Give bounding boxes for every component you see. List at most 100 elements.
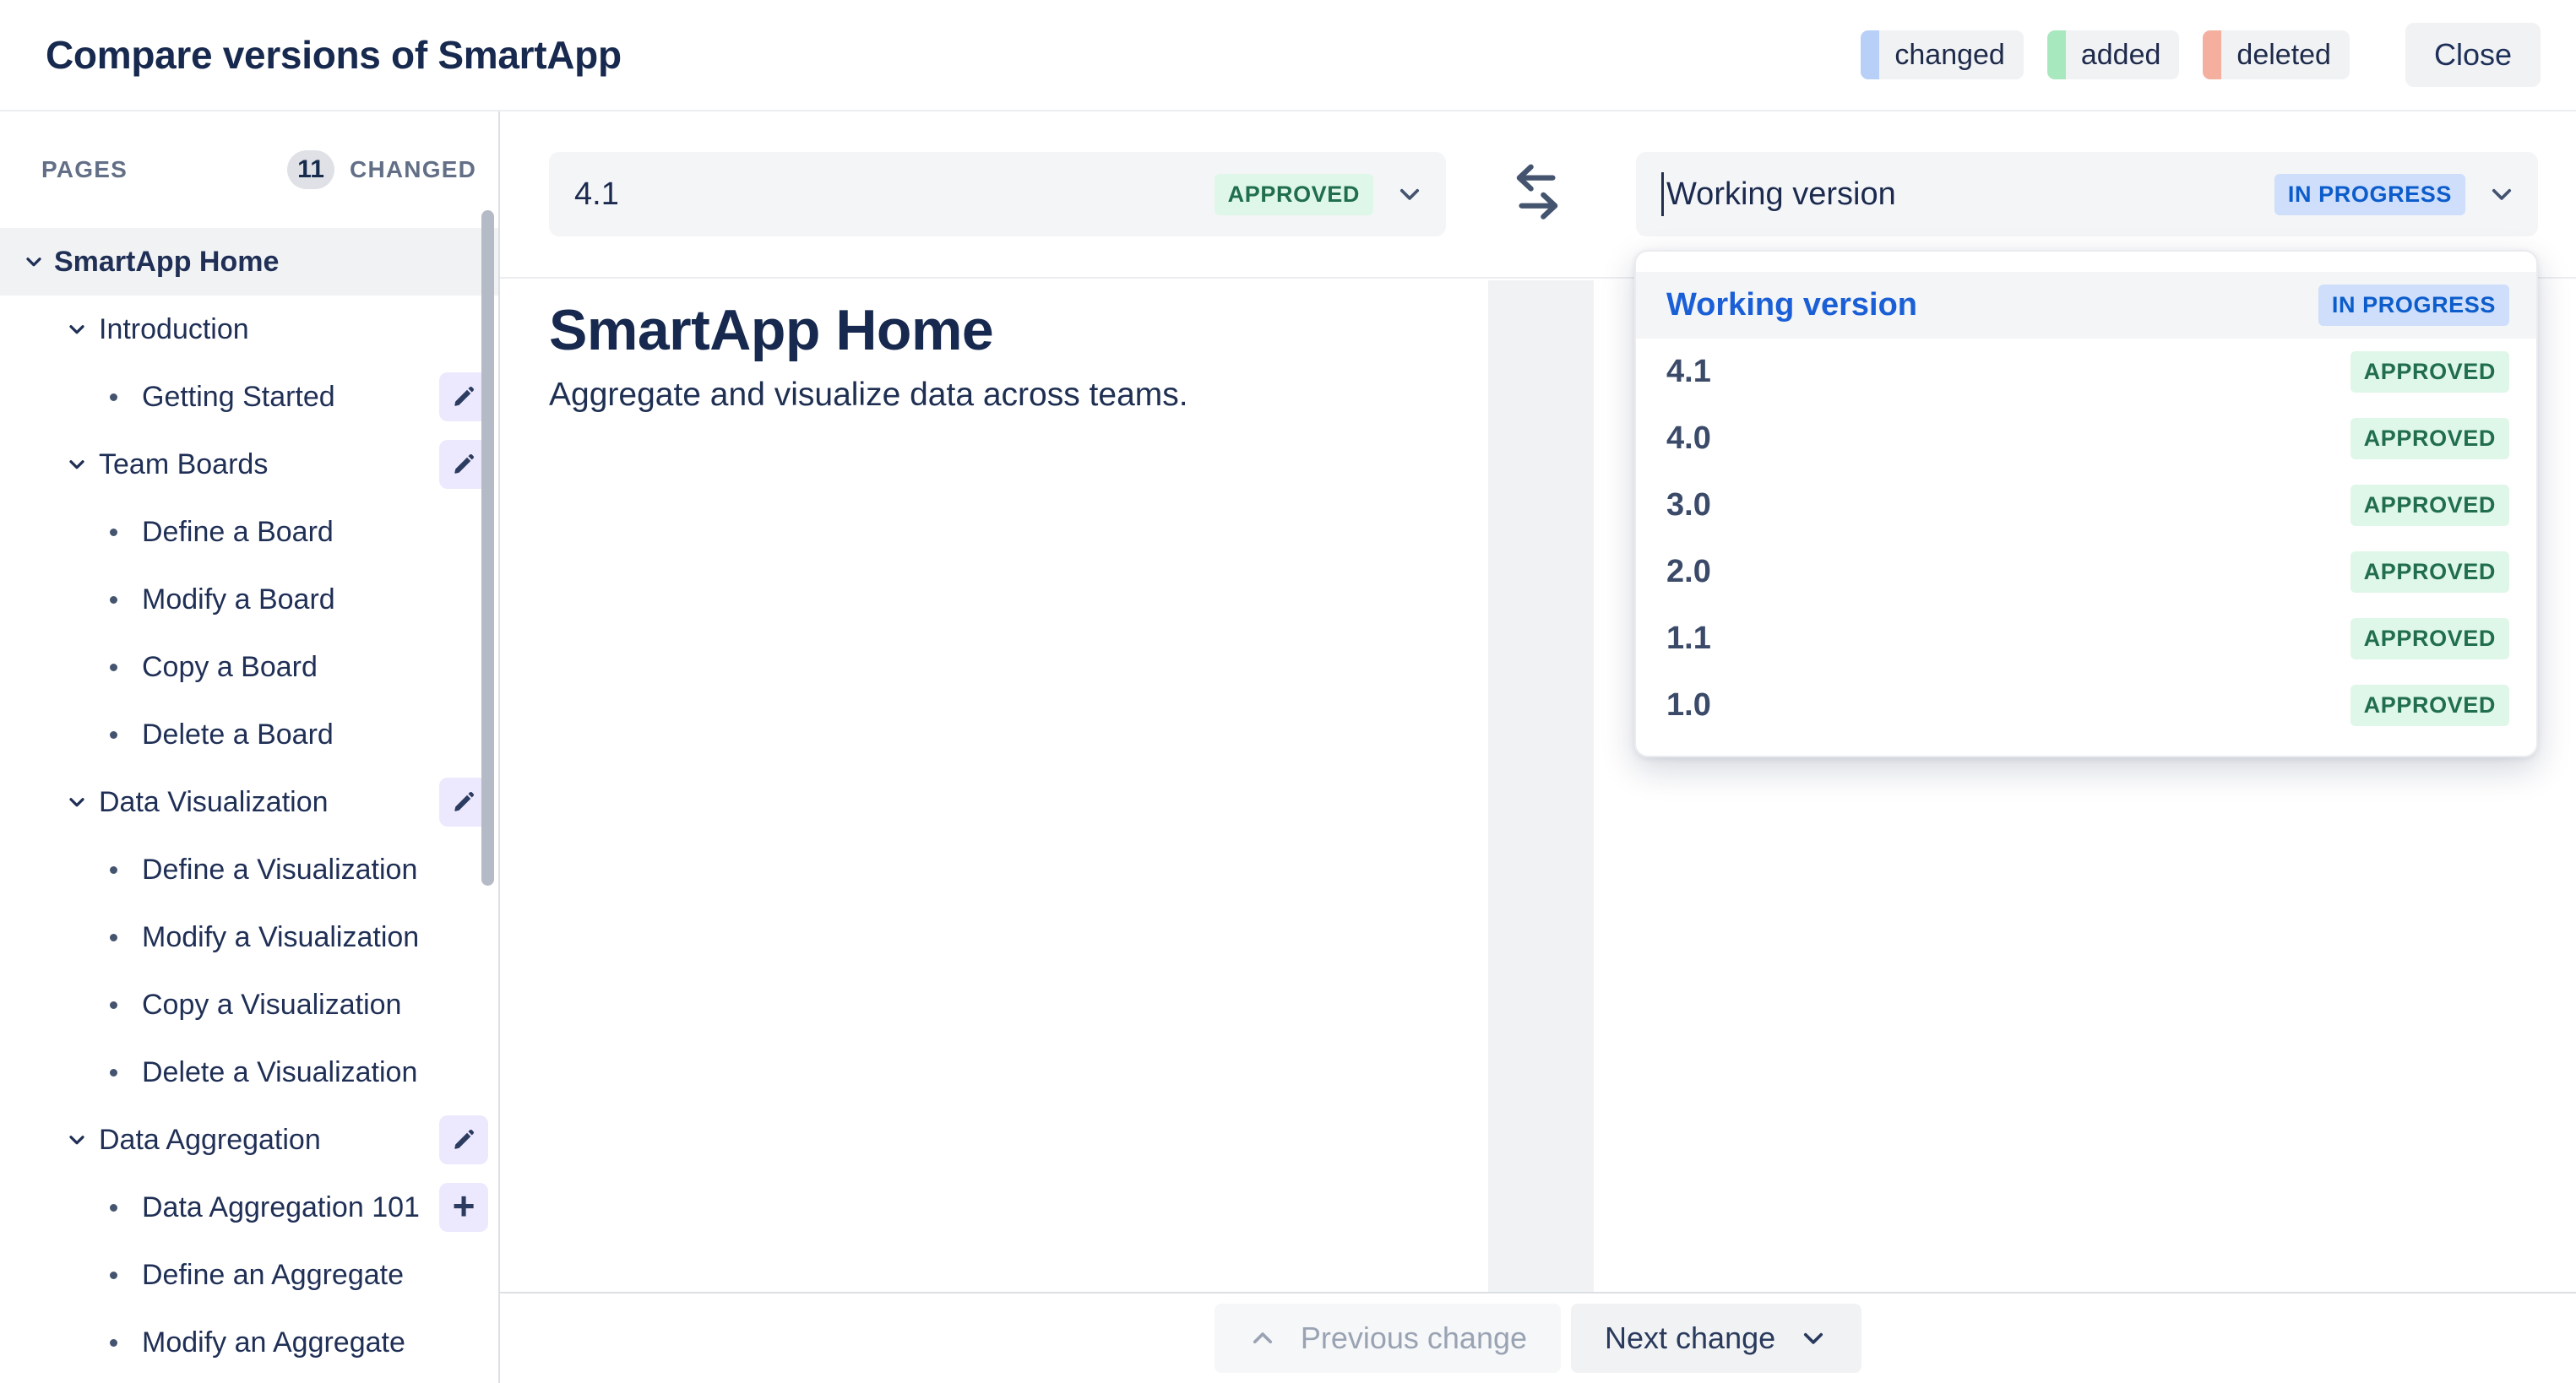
version-status-badge: APPROVED — [2350, 485, 2509, 526]
bullet-icon — [110, 1272, 117, 1279]
page-subtitle: Aggregate and visualize data across team… — [549, 377, 1188, 414]
tree-item-label: Define a Visualization — [142, 854, 417, 887]
chevron-down-icon — [1799, 1324, 1828, 1353]
bullet-icon — [110, 1001, 117, 1009]
chevron-down-icon — [65, 453, 89, 476]
version-option-working-version[interactable]: Working version IN PROGRESS — [1636, 272, 2536, 339]
legend-swatch — [2047, 30, 2066, 79]
bullet-icon — [110, 731, 117, 739]
compare-versions-screen: Compare versions of SmartApp changed adde… — [0, 0, 2576, 1383]
next-change-button[interactable]: Next change — [1571, 1304, 1861, 1373]
page-tree: SmartApp Home Introduction Getting Started… — [0, 228, 498, 1376]
version-option-1-1[interactable]: 1.1 APPROVED — [1636, 605, 2536, 672]
sidebar-scrollbar-thumb[interactable] — [481, 210, 494, 886]
diff-legend: changed added deleted — [1861, 30, 2350, 79]
right-version-value: Working version — [1666, 176, 1896, 213]
tree-item-label: Copy a Visualization — [142, 989, 401, 1022]
chevron-up-icon — [1248, 1324, 1277, 1353]
right-version-selector[interactable]: Working version IN PROGRESS — [1636, 152, 2538, 236]
tree-item-copy-a-board[interactable]: Copy a Board — [0, 633, 498, 701]
left-version-selector[interactable]: 4.1 APPROVED — [549, 152, 1446, 236]
swap-arrows-icon — [1498, 160, 1576, 227]
tree-item-label: Define a Board — [142, 516, 334, 549]
tree-item-data-aggregation-101[interactable]: Data Aggregation 101 + — [0, 1174, 498, 1241]
version-option-label: 1.0 — [1666, 687, 1711, 724]
version-option-label: 3.0 — [1666, 487, 1711, 523]
header: Compare versions of SmartApp changed adde… — [0, 0, 2576, 111]
tree-item-data-aggregation[interactable]: Data Aggregation — [0, 1106, 498, 1174]
pencil-icon — [450, 451, 477, 478]
chevron-down-icon — [22, 250, 46, 274]
tree-item-label: Data Visualization — [99, 786, 329, 819]
version-option-3-0[interactable]: 3.0 APPROVED — [1636, 472, 2536, 539]
tree-item-delete-a-board[interactable]: Delete a Board — [0, 701, 498, 768]
tree-item-modify-a-visualization[interactable]: Modify a Visualization — [0, 903, 498, 971]
page-title: Compare versions of SmartApp — [46, 32, 622, 78]
next-change-label: Next change — [1605, 1321, 1775, 1356]
chevron-down-icon — [2487, 180, 2516, 209]
version-status-badge: IN PROGRESS — [2318, 285, 2509, 326]
changed-label: CHANGED — [350, 156, 476, 183]
added-plus-badge[interactable]: + — [439, 1183, 488, 1232]
tree-item-smartapp-home[interactable]: SmartApp Home — [0, 228, 498, 296]
bullet-icon — [110, 866, 117, 874]
tree-item-label: Modify a Visualization — [142, 921, 419, 954]
pages-sidebar: PAGES 11 CHANGED SmartApp Home Introducti… — [0, 111, 500, 1383]
tree-item-label: Team Boards — [99, 448, 268, 481]
legend-badge-added: added — [2047, 30, 2180, 79]
tree-item-getting-started[interactable]: Getting Started — [0, 363, 498, 431]
tree-item-label: Introduction — [99, 313, 249, 346]
bullet-icon — [110, 664, 117, 671]
previous-change-button[interactable]: Previous change — [1215, 1304, 1561, 1373]
pages-header: PAGES 11 CHANGED — [0, 111, 498, 228]
version-option-label: 4.0 — [1666, 420, 1711, 457]
tree-item-introduction[interactable]: Introduction — [0, 296, 498, 363]
tree-item-label: Getting Started — [142, 381, 335, 414]
bullet-icon — [110, 529, 117, 536]
change-navigation-bar: Previous change Next change — [500, 1292, 2576, 1383]
tree-item-define-a-board[interactable]: Define a Board — [0, 498, 498, 566]
version-option-label: Working version — [1666, 287, 1917, 323]
tree-item-data-visualization[interactable]: Data Visualization — [0, 768, 498, 836]
tree-item-label: Copy a Board — [142, 651, 318, 684]
version-option-label: 1.1 — [1666, 621, 1711, 657]
tree-item-delete-a-visualization[interactable]: Delete a Visualization — [0, 1039, 498, 1106]
tree-item-define-an-aggregate[interactable]: Define an Aggregate — [0, 1241, 498, 1309]
bullet-icon — [110, 393, 117, 401]
changed-pencil-badge[interactable] — [439, 1115, 488, 1164]
legend-label: added — [2066, 30, 2180, 79]
chevron-down-icon — [1395, 180, 1424, 209]
tree-item-copy-a-visualization[interactable]: Copy a Visualization — [0, 971, 498, 1039]
text-caret — [1661, 172, 1664, 216]
close-button[interactable]: Close — [2405, 23, 2541, 87]
version-option-4-0[interactable]: 4.0APPROVED — [1636, 405, 2536, 472]
swap-versions-button[interactable] — [1497, 155, 1578, 231]
tree-item-modify-a-board[interactable]: Modify a Board — [0, 566, 498, 633]
right-version-status-badge: IN PROGRESS — [2274, 174, 2465, 215]
left-version-status-badge: APPROVED — [1215, 174, 1373, 215]
version-option-label: 4.1 — [1666, 354, 1711, 390]
legend-label: deleted — [2221, 30, 2350, 79]
version-status-badge: APPROVED — [2350, 618, 2509, 659]
chevron-down-icon — [65, 790, 89, 814]
page-heading: SmartApp Home — [549, 297, 1188, 363]
version-dropdown-menu: Working version IN PROGRESS 4.1 APPROVED 4.0… — [1634, 250, 2538, 757]
left-version-value: 4.1 — [574, 176, 619, 213]
pencil-icon — [450, 383, 477, 410]
legend-swatch — [1861, 30, 1879, 79]
tree-item-label: SmartApp Home — [54, 246, 279, 279]
bullet-icon — [110, 934, 117, 941]
version-status-badge: APPROVED — [2350, 551, 2509, 593]
version-option-4-1[interactable]: 4.1 APPROVED — [1636, 339, 2536, 405]
tree-item-modify-an-aggregate[interactable]: Modify an Aggregate — [0, 1309, 498, 1376]
version-option-2-0[interactable]: 2.0APPROVED — [1636, 539, 2536, 605]
tree-item-label: Data Aggregation 101 — [142, 1191, 420, 1224]
version-option-1-0[interactable]: 1.0APPROVED — [1636, 672, 2536, 739]
tree-item-team-boards[interactable]: Team Boards — [0, 431, 498, 498]
chevron-down-icon — [65, 317, 89, 341]
tree-item-define-a-visualization[interactable]: Define a Visualization — [0, 836, 498, 903]
legend-badge-changed: changed — [1861, 30, 2023, 79]
version-status-badge: APPROVED — [2350, 351, 2509, 393]
legend-label: changed — [1879, 30, 2023, 79]
bullet-icon — [110, 1339, 117, 1347]
